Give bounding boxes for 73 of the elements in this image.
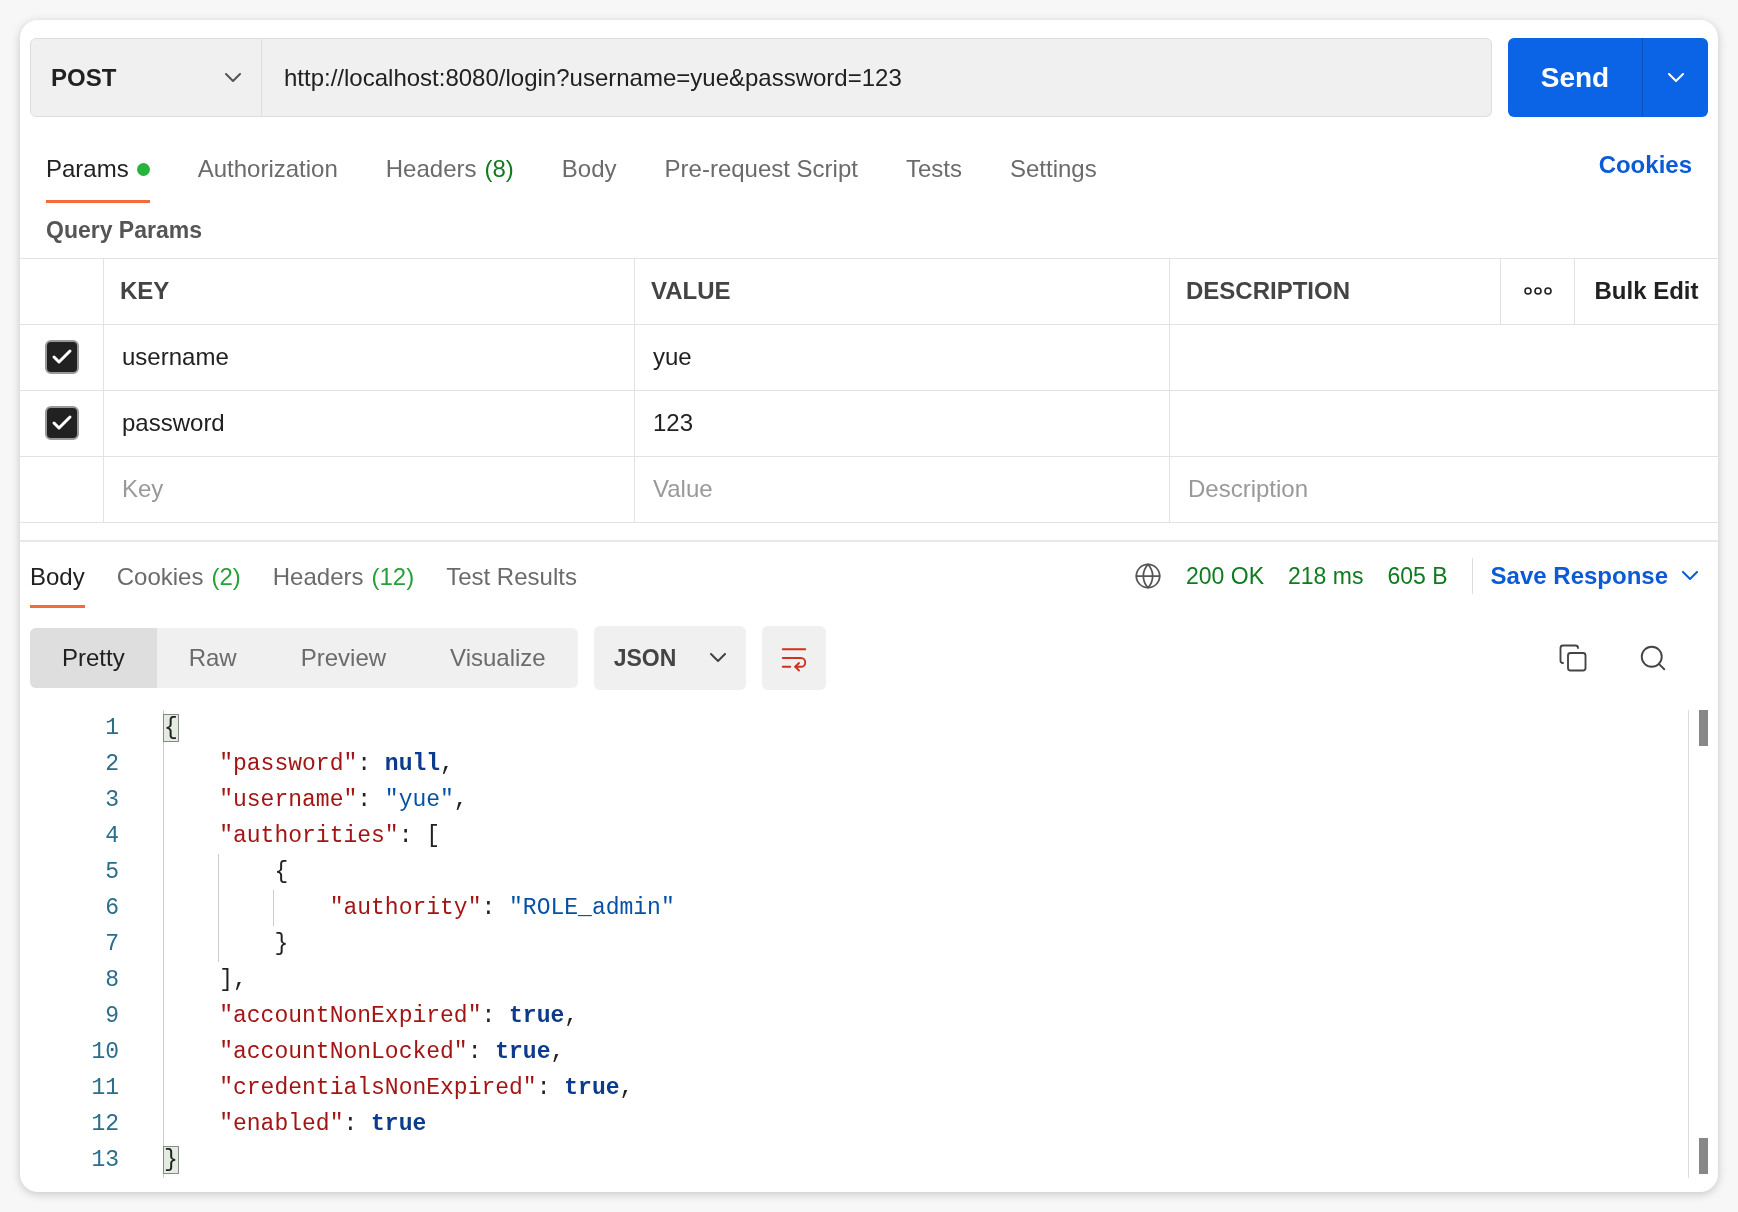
- code-line: }: [273, 931, 289, 957]
- line-number: 3: [104, 786, 120, 815]
- status-code: 200 OK: [1186, 561, 1265, 591]
- save-response-button[interactable]: Save Response: [1471, 558, 1708, 594]
- line-number: 2: [104, 750, 120, 779]
- response-tab[interactable]: Cookies (2): [116, 559, 241, 608]
- caret-icon: [1667, 72, 1684, 83]
- caret-icon: [709, 653, 726, 663]
- count-label: (2): [211, 562, 241, 592]
- request-tab[interactable]: Headers (8): [385, 151, 514, 204]
- line-number: 11: [90, 1074, 120, 1103]
- more-icon: [1523, 287, 1552, 296]
- response-tab[interactable]: Headers (12): [272, 559, 415, 608]
- response-tab[interactable]: Body: [30, 559, 85, 608]
- request-tab[interactable]: Body: [561, 151, 617, 204]
- code-line: "accountNonExpired": true,: [218, 1003, 579, 1029]
- line-number: 4: [104, 822, 120, 851]
- line-number: 6: [104, 894, 120, 923]
- format-tab[interactable]: Visualize: [418, 628, 578, 688]
- code-line: {: [273, 859, 289, 885]
- column-header: VALUE: [635, 258, 1170, 324]
- code-line: "authority": "ROLE_admin": [328, 895, 675, 921]
- table-cell: password: [104, 390, 635, 456]
- method-select[interactable]: POST: [30, 38, 262, 117]
- line-number: 1: [104, 714, 120, 743]
- code-line: "username": "yue",: [218, 787, 468, 813]
- request-tab[interactable]: Tests: [905, 151, 962, 204]
- count-label: (8): [484, 154, 514, 185]
- line-number: 8: [104, 966, 120, 995]
- checkbox[interactable]: [44, 340, 79, 375]
- table-cell: yue: [635, 324, 1170, 390]
- copy-icon[interactable]: [1558, 643, 1588, 673]
- wrap-lines-button[interactable]: [761, 626, 826, 690]
- code-line: "password": null,: [218, 751, 454, 777]
- request-tab[interactable]: Settings: [1009, 151, 1097, 204]
- url-field[interactable]: http://localhost:8080/login?username=yue&password=123: [262, 38, 1492, 117]
- section-title: Query Params: [45, 216, 203, 246]
- key-input-field[interactable]: Key: [104, 456, 635, 522]
- line-number: 13: [90, 1146, 120, 1175]
- code-line: "authorities": [: [218, 823, 441, 849]
- response-tab[interactable]: Test Results: [446, 559, 577, 608]
- format-tab[interactable]: Raw: [156, 628, 269, 688]
- format-tab[interactable]: Pretty: [30, 628, 157, 688]
- code-line: ],: [218, 967, 247, 993]
- cookies-link[interactable]: Cookies: [1598, 147, 1692, 184]
- response-size: 605 B: [1387, 561, 1448, 591]
- caret-icon: [1682, 571, 1698, 581]
- count-label: (12): [371, 562, 415, 592]
- column-header: DESCRIPTION: [1170, 258, 1501, 324]
- column-header: KEY: [104, 258, 635, 324]
- format-tab[interactable]: Preview: [268, 628, 419, 688]
- line-number: 12: [90, 1110, 120, 1139]
- request-tab[interactable]: Authorization: [197, 151, 338, 204]
- table-cell: 123: [635, 390, 1170, 456]
- code-line: "accountNonLocked": true,: [218, 1039, 565, 1065]
- request-tab[interactable]: Pre-request Script: [664, 151, 858, 204]
- code-line: "credentialsNonExpired": true,: [218, 1075, 634, 1101]
- request-tab[interactable]: Params: [46, 151, 150, 204]
- response-time: 218 ms: [1288, 561, 1364, 591]
- globe-icon: [1134, 562, 1163, 590]
- line-number: 5: [104, 858, 120, 887]
- table-cell: username: [104, 324, 635, 390]
- line-number: 7: [104, 930, 120, 959]
- bulk-edit-button[interactable]: Bulk Edit: [1575, 258, 1718, 324]
- code-line: "enabled": true: [218, 1111, 427, 1137]
- description-input-field[interactable]: Description: [1170, 456, 1718, 522]
- line-number: 9: [104, 1002, 120, 1031]
- caret-icon: [225, 72, 241, 83]
- line-number: 10: [90, 1038, 120, 1067]
- language-select[interactable]: JSON: [593, 626, 746, 690]
- search-icon[interactable]: [1638, 643, 1668, 673]
- value-input-field[interactable]: Value: [635, 456, 1170, 522]
- checkbox[interactable]: [44, 406, 79, 441]
